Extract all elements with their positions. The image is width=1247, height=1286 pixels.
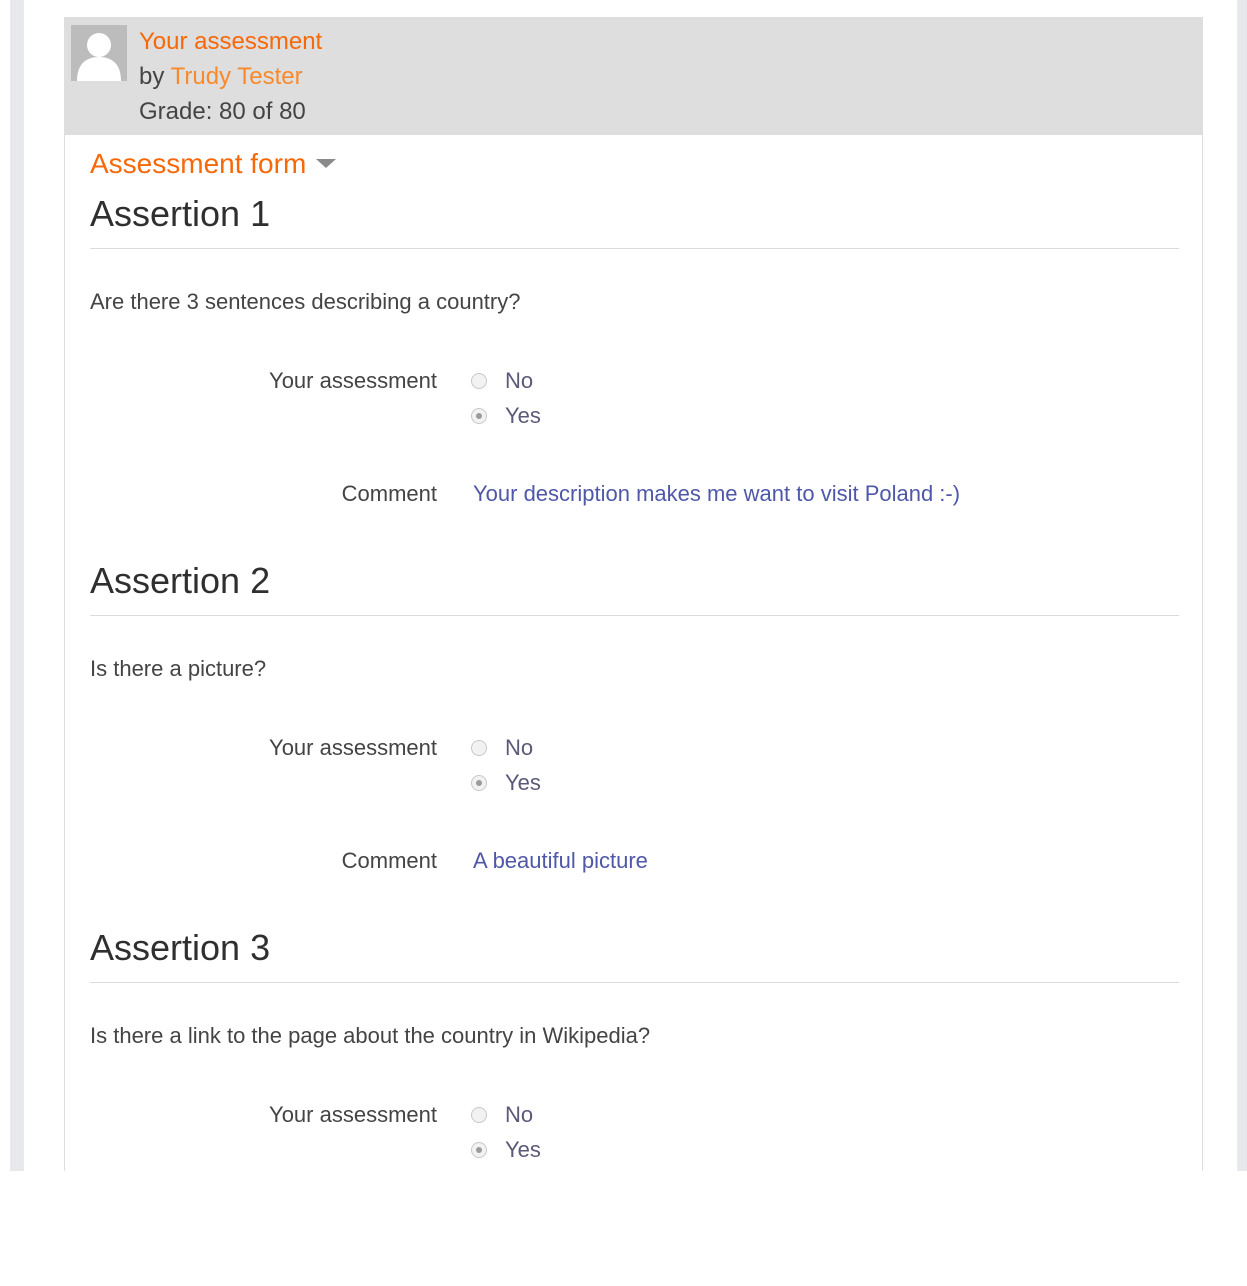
left-background-strip xyxy=(10,0,24,1171)
assertion-title: Assertion 3 xyxy=(90,927,271,968)
radio-yes-icon[interactable] xyxy=(471,1142,487,1158)
assessment-byline: by Trudy Tester xyxy=(139,62,303,92)
radio-no-label: No xyxy=(505,1102,534,1127)
grade-text: Grade: 80 of 80 xyxy=(139,98,306,125)
assertion-title: Assertion 1 xyxy=(90,193,271,234)
assertion-section-1: Assertion 1 Are there 3 sentences descri… xyxy=(90,192,1179,552)
your-assessment-label: Your assessment xyxy=(269,1102,437,1127)
radio-option-no[interactable]: No xyxy=(471,734,533,762)
radio-no-label: No xyxy=(505,368,534,393)
radio-yes-icon[interactable] xyxy=(471,408,487,424)
user-avatar-icon[interactable] xyxy=(71,25,127,81)
radio-no-icon[interactable] xyxy=(471,740,487,756)
assertion-divider xyxy=(90,615,1179,616)
assertion-question: Are there 3 sentences describing a count… xyxy=(90,289,521,314)
assertion-question: Is there a picture? xyxy=(90,656,267,681)
radio-option-no[interactable]: No xyxy=(471,367,533,395)
radio-option-yes[interactable]: Yes xyxy=(471,769,541,797)
right-background-strip xyxy=(1237,0,1247,1171)
assertion-section-2: Assertion 2 Is there a picture? Your ass… xyxy=(90,559,1179,919)
comment-text: A beautiful picture xyxy=(473,848,648,873)
assessment-form-label: Assessment form xyxy=(90,148,307,179)
caret-down-icon xyxy=(316,159,337,169)
radio-no-icon[interactable] xyxy=(471,373,487,389)
radio-yes-label: Yes xyxy=(505,1137,541,1162)
author-link[interactable]: Trudy Tester xyxy=(171,63,303,90)
radio-option-no[interactable]: No xyxy=(471,1101,533,1129)
assertion-divider xyxy=(90,982,1179,983)
your-assessment-label: Your assessment xyxy=(269,735,437,760)
comment-text: Your description makes me want to visit … xyxy=(473,481,961,506)
radio-yes-label: Yes xyxy=(505,403,541,428)
comment-label: Comment xyxy=(341,848,437,873)
assertion-divider xyxy=(90,248,1179,249)
assertion-question: Is there a link to the page about the co… xyxy=(90,1023,651,1048)
radio-no-label: No xyxy=(505,735,534,760)
radio-yes-label: Yes xyxy=(505,770,541,795)
assessment-header: Your assessment by Trudy Tester Grade: 8… xyxy=(65,17,1202,135)
assessment-form-toggle[interactable]: Assessment form xyxy=(90,147,337,181)
radio-yes-icon[interactable] xyxy=(471,775,487,791)
assertion-title: Assertion 2 xyxy=(90,560,271,601)
your-assessment-label: Your assessment xyxy=(269,368,437,393)
assessment-title-link[interactable]: Your assessment xyxy=(139,27,322,57)
comment-label: Comment xyxy=(341,481,437,506)
assessment-panel: Your assessment by Trudy Tester Grade: 8… xyxy=(64,17,1203,1171)
radio-no-icon[interactable] xyxy=(471,1107,487,1123)
radio-option-yes[interactable]: Yes xyxy=(471,1136,541,1164)
radio-option-yes[interactable]: Yes xyxy=(471,402,541,430)
assertion-section-3: Assertion 3 Is there a link to the page … xyxy=(90,926,1179,1286)
byline-prefix: by xyxy=(139,63,165,90)
